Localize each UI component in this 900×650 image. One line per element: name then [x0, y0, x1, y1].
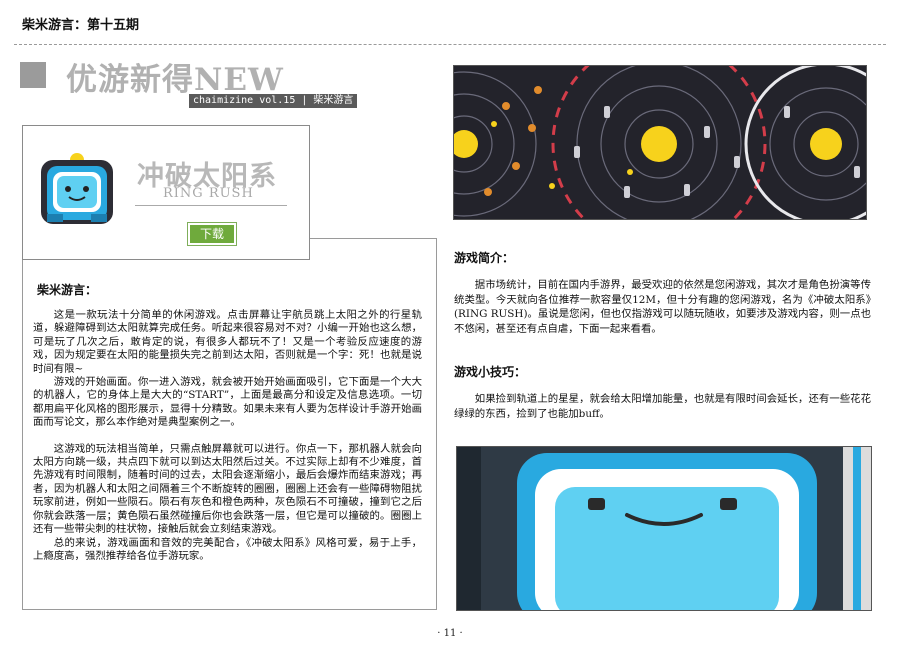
section-square-icon: [20, 62, 46, 88]
review-body: 这是一款玩法十分简单的休闲游戏。点击屏幕让宇航员跳上太阳之外的行星轨道，躲避障碍…: [33, 309, 422, 563]
download-button-label: 下载: [190, 225, 234, 243]
page-number: · 11 ·: [437, 628, 463, 639]
intro-heading: 游戏简介：: [454, 251, 515, 265]
section-title: 优游新得NEW: [66, 62, 284, 98]
tips-paragraph: 如果捡到轨道上的星星，就会给太阳增加能量，也就是有限时间会延长，还有一些花花绿绿…: [454, 393, 871, 420]
review-heading: 柴米游言：: [37, 283, 98, 297]
section-tag: chaimizine vol.15 | 柴米游言: [189, 94, 358, 108]
review-paragraph: 这是一款玩法十分简单的休闲游戏。点击屏幕让宇航员跳上太阳之外的行星轨道，躲避障碍…: [33, 309, 422, 375]
app-card: 冲破太阳系 RING RUSH 下载: [22, 125, 310, 260]
app-name-divider: [135, 205, 287, 206]
review-box: 柴米游言： 这是一款玩法十分简单的休闲游戏。点击屏幕让宇航员跳上太阳之外的行星轨…: [22, 238, 437, 610]
review-paragraph: 这游戏的玩法相当简单，只需点触屏幕就可以进行。你点一下，那机器人就会向太阳方向跳…: [33, 442, 422, 536]
review-paragraph: 游戏的开始画面。你一进入游戏，就会被开始开始画面吸引，它下面是一个大大的机器人，…: [33, 376, 422, 429]
game-screenshot-banner: [453, 65, 867, 220]
magazine-header-title: 柴米游言：第十五期: [22, 18, 140, 33]
download-button[interactable]: 下载: [187, 222, 237, 246]
tips-heading: 游戏小技巧：: [454, 365, 527, 379]
app-subtitle: RING RUSH: [163, 186, 254, 201]
robot-closeup-image: [456, 446, 872, 611]
intro-paragraph: 据市场统计，目前在国内手游界，最受欢迎的依然是您闲游戏，其次才是角色扮演等传统类…: [454, 279, 871, 335]
robot-app-icon: [39, 152, 115, 226]
review-paragraph: 总的来说，游戏画面和音效的完美配合，《冲破太阳系》风格可爱，易于上手，上瘾度高，…: [33, 536, 422, 562]
header-divider: [14, 44, 886, 45]
